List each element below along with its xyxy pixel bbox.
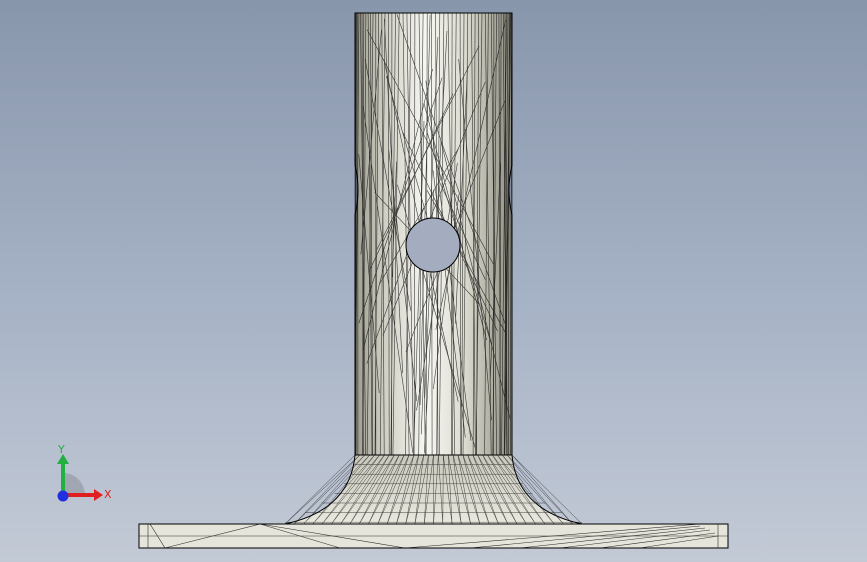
z-axis-marker [57, 490, 69, 502]
valve-fillet [284, 454, 583, 525]
cross-hole [405, 217, 461, 273]
valve-model[interactable] [0, 0, 867, 562]
3d-viewport[interactable]: Y X [0, 0, 867, 562]
valve-base-plate [138, 523, 729, 549]
x-axis-label: X [104, 488, 112, 501]
y-axis-label: Y [57, 443, 65, 456]
axis-triad: Y X [57, 443, 112, 502]
